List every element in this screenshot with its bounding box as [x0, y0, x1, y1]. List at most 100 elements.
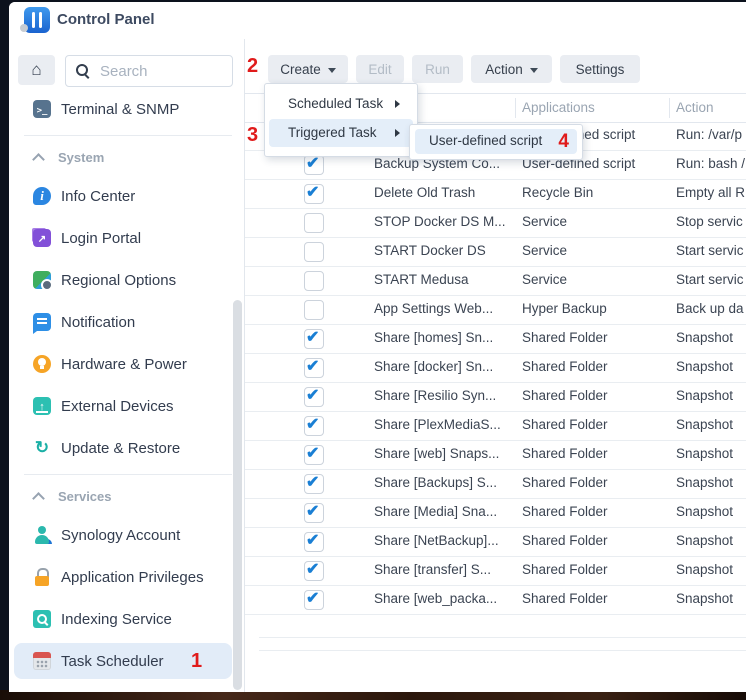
checkbox-checked[interactable] [304, 358, 324, 378]
checkbox-checked[interactable] [304, 155, 324, 175]
table-row[interactable]: App Settings Web...Hyper BackupBack up d… [245, 295, 746, 325]
table-row[interactable]: Share [NetBackup]...Shared FolderSnapsho… [245, 527, 746, 557]
button-label: Create [280, 62, 321, 77]
table-row[interactable]: Share [transfer] S...Shared FolderSnapsh… [245, 556, 746, 586]
edit-button[interactable]: Edit [356, 55, 404, 83]
column-header-action[interactable]: Action [676, 100, 714, 115]
table-row[interactable]: START MedusaServiceStart servic [245, 266, 746, 296]
notification-icon [33, 313, 51, 331]
login-portal-icon [33, 229, 51, 247]
checkbox-checked[interactable] [304, 387, 324, 407]
menu-item-triggered-task[interactable]: Triggered Task [269, 119, 413, 147]
sidebar: ⌂ Terminal & SNMP System Info Center Login … [9, 39, 245, 692]
table-row[interactable]: Share [Resilio Syn...Shared FolderSnapsh… [245, 382, 746, 412]
application-cell: Shared Folder [522, 417, 668, 432]
checkbox-checked[interactable] [304, 329, 324, 349]
application-cell: Shared Folder [522, 504, 668, 519]
checkbox-unchecked[interactable] [304, 271, 324, 291]
table-row[interactable]: Share [Backups] S...Shared FolderSnapsho… [245, 469, 746, 499]
main-content: Create Edit Run Action Settings Applications… [245, 39, 746, 692]
checkbox-unchecked[interactable] [304, 300, 324, 320]
settings-button[interactable]: Settings [560, 55, 640, 83]
application-cell: Shared Folder [522, 359, 668, 374]
task-name-cell: Share [homes] Sn... [374, 330, 514, 345]
action-button[interactable]: Action [471, 55, 552, 83]
task-name-cell: Delete Old Trash [374, 185, 514, 200]
checkbox-unchecked[interactable] [304, 242, 324, 262]
checkbox-unchecked[interactable] [304, 213, 324, 233]
action-cell: Back up da [676, 301, 746, 316]
external-devices-icon [33, 397, 51, 415]
column-divider [669, 98, 670, 118]
sidebar-item-label: Info Center [61, 187, 135, 206]
table-row[interactable]: START Docker DSServiceStart servic [245, 237, 746, 267]
table-row[interactable]: Share [web] Snaps...Shared FolderSnapsho… [245, 440, 746, 470]
button-label: Action [485, 62, 523, 77]
table-row[interactable]: Delete Old TrashRecycle BinEmpty all R [245, 179, 746, 209]
menu-item-scheduled-task[interactable]: Scheduled Task [269, 90, 413, 118]
task-name-cell: Share [Resilio Syn... [374, 388, 514, 403]
table-row[interactable]: STOP Docker DS M...ServiceStop servic [245, 208, 746, 238]
action-cell: Stop servic [676, 214, 746, 229]
sidebar-item-terminal-snmp[interactable]: Terminal & SNMP [14, 96, 232, 122]
sidebar-item-label: Regional Options [61, 271, 176, 290]
run-button[interactable]: Run [412, 55, 463, 83]
table-row[interactable]: Share [homes] Sn...Shared FolderSnapshot [245, 324, 746, 354]
sidebar-item-regional-options[interactable]: Regional Options [14, 267, 232, 293]
indexing-service-icon [33, 610, 51, 628]
action-cell: Start servic [676, 272, 746, 287]
menu-item-label: Scheduled Task [288, 96, 383, 111]
application-cell: Shared Folder [522, 533, 668, 548]
sidebar-item-hardware-power[interactable]: Hardware & Power [14, 351, 232, 377]
update-restore-icon [33, 439, 51, 457]
empty-row-divider [259, 637, 746, 638]
checkbox-checked[interactable] [304, 474, 324, 494]
checkbox-checked[interactable] [304, 532, 324, 552]
submenu-item-user-defined-script[interactable]: User-defined script4 [415, 129, 577, 154]
sidebar-item-label: Application Privileges [61, 568, 204, 587]
sidebar-section-services[interactable]: Services [9, 488, 234, 508]
sidebar-item-update-restore[interactable]: Update & Restore [14, 435, 232, 461]
table-row[interactable]: Share [web_packa...Shared FolderSnapshot [245, 585, 746, 615]
checkbox-checked[interactable] [304, 445, 324, 465]
window-title: Control Panel [57, 11, 155, 28]
action-cell: Start servic [676, 243, 746, 258]
table-row[interactable]: Share [PlexMediaS...Shared FolderSnapsho… [245, 411, 746, 441]
application-cell: Service [522, 243, 668, 258]
table-row[interactable]: Share [Media] Sna...Shared FolderSnapsho… [245, 498, 746, 528]
checkbox-checked[interactable] [304, 561, 324, 581]
annotation-4: 4 [558, 131, 569, 153]
home-button[interactable]: ⌂ [18, 55, 55, 85]
sidebar-item-label: Notification [61, 313, 135, 332]
sidebar-item-notification[interactable]: Notification [14, 309, 232, 335]
task-name-cell: App Settings Web... [374, 301, 514, 316]
sidebar-section-system[interactable]: System [9, 149, 234, 169]
table-row[interactable]: Share [docker] Sn...Shared FolderSnapsho… [245, 353, 746, 383]
column-header-applications[interactable]: Applications [522, 100, 595, 115]
action-cell: Snapshot [676, 591, 746, 606]
button-label: Edit [368, 62, 391, 77]
sidebar-item-external-devices[interactable]: External Devices [14, 393, 232, 419]
chevron-down-icon [530, 68, 538, 77]
sidebar-item-info-center[interactable]: Info Center [14, 183, 232, 209]
terminal-icon [33, 100, 51, 118]
annotation-2: 2 [247, 55, 258, 77]
checkbox-checked[interactable] [304, 503, 324, 523]
checkbox-checked[interactable] [304, 590, 324, 610]
hardware-power-icon [33, 355, 51, 373]
task-name-cell: Share [Backups] S... [374, 475, 514, 490]
sidebar-scrollbar[interactable] [233, 300, 242, 690]
create-button[interactable]: Create [268, 55, 348, 83]
search-input[interactable] [98, 58, 228, 84]
sidebar-item-task-scheduler[interactable]: Task Scheduler1 [14, 643, 232, 679]
sidebar-item-indexing-service[interactable]: Indexing Service [14, 606, 232, 632]
sidebar-item-synology-account[interactable]: Synology Account [14, 522, 232, 548]
sidebar-item-login-portal[interactable]: Login Portal [14, 225, 232, 251]
info-center-icon [33, 187, 51, 205]
regional-options-icon [33, 271, 51, 289]
action-cell: Snapshot [676, 446, 746, 461]
task-name-cell: Share [web] Snaps... [374, 446, 514, 461]
sidebar-item-application-privileges[interactable]: Application Privileges [14, 564, 232, 590]
checkbox-checked[interactable] [304, 184, 324, 204]
checkbox-checked[interactable] [304, 416, 324, 436]
